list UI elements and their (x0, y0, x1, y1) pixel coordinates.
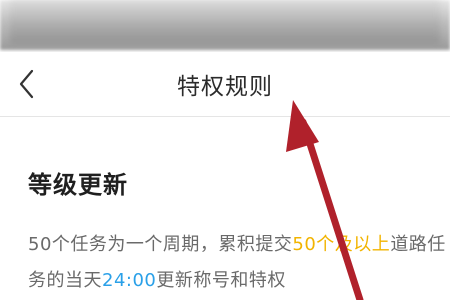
content: 等级更新 50个任务为一个周期，累积提交50个及以上道路任 务的当天24:00更… (0, 117, 450, 300)
rule-segment: 更新称号和特权 (156, 270, 286, 291)
rule-highlight-count: 50个及以上 (292, 234, 391, 255)
section-title: 等级更新 (28, 171, 128, 199)
rule-segment: 50个任务为一个周期，累积提交 (28, 234, 293, 255)
page-title: 特权规则 (177, 74, 273, 100)
rule-line-2: 务的当天24:00更新称号和特权 (28, 263, 450, 299)
rule-line-1: 50个任务为一个周期，累积提交50个及以上道路任 (28, 227, 450, 263)
status-bar-shade (10, 0, 440, 44)
rule-highlight-time: 24:00 (102, 270, 157, 291)
rule-segment: 务的当天 (28, 270, 102, 291)
nav-bar: 特权规则 (0, 52, 450, 117)
rule-segment: 道路任 (390, 234, 446, 255)
rule-text: 50个任务为一个周期，累积提交50个及以上道路任 务的当天24:00更新称号和特… (28, 227, 450, 299)
screen: 特权规则 等级更新 50个任务为一个周期，累积提交50个及以上道路任 务的当天2… (0, 0, 450, 300)
